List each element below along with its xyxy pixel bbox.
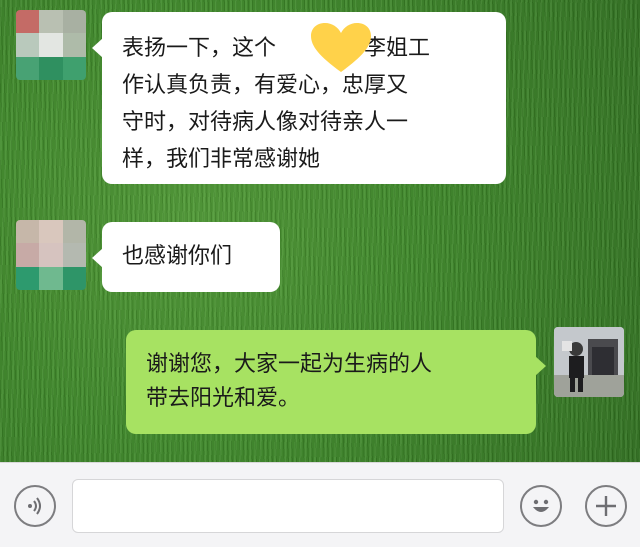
message-text: 也感谢你们 xyxy=(122,244,233,269)
mosaic-tile xyxy=(62,266,86,290)
message-line: 守时，对待病人像对待亲人一 xyxy=(122,110,409,135)
mosaic-tile xyxy=(39,220,63,244)
contact-avatar[interactable] xyxy=(16,10,86,80)
mosaic-tile xyxy=(62,33,86,57)
message-input[interactable] xyxy=(72,479,504,533)
mosaic-tile xyxy=(16,10,40,34)
mosaic-tile xyxy=(39,243,63,267)
mosaic-tile xyxy=(16,266,40,290)
voice-icon xyxy=(28,497,41,515)
emoji-button[interactable] xyxy=(520,485,562,527)
mosaic-tile xyxy=(62,243,86,267)
avatar-photo xyxy=(554,327,624,397)
message-line: 带去阳光和爱。 xyxy=(146,386,301,411)
voice-button[interactable] xyxy=(14,485,56,527)
mosaic-tile xyxy=(39,10,63,34)
mosaic-tile xyxy=(62,220,86,244)
message-text: 表扬一下，这个 xyxy=(122,36,277,61)
more-button[interactable] xyxy=(585,485,627,527)
mosaic-tile xyxy=(16,220,40,244)
message-line: 作认真负责，有爱心，忠厚又 xyxy=(122,73,409,98)
mosaic-tile xyxy=(39,56,63,80)
message-bubble-outgoing[interactable]: 谢谢您，大家一起为生病的人 带去阳光和爱。 xyxy=(126,330,546,434)
message-line: 样，我们非常感谢她 xyxy=(122,147,321,172)
mosaic-tile xyxy=(16,56,40,80)
heart-icon xyxy=(311,23,371,72)
input-bar xyxy=(0,462,640,547)
my-avatar[interactable] xyxy=(554,327,624,397)
mosaic-tile xyxy=(39,33,63,57)
chat-area: 表扬一下，这个 ，李姐工 作认真负责，有爱心，忠厚又 守时，对待病人像对待亲人一 … xyxy=(0,0,640,462)
emoji-icon xyxy=(533,499,549,512)
mosaic-tile xyxy=(16,33,40,57)
message-line: 表扬一下，这个 ，李姐工 xyxy=(122,30,486,67)
mosaic-tile xyxy=(62,56,86,80)
mosaic-tile xyxy=(39,266,63,290)
message-line: 谢谢您，大家一起为生病的人 xyxy=(146,352,433,377)
mosaic-tile xyxy=(16,243,40,267)
message-bubble-incoming[interactable]: 也感谢你们 xyxy=(92,222,280,292)
mosaic-tile xyxy=(62,10,86,34)
message-bubble-incoming[interactable]: 表扬一下，这个 ，李姐工 作认真负责，有爱心，忠厚又 守时，对待病人像对待亲人一 … xyxy=(92,12,506,184)
contact-avatar[interactable] xyxy=(16,220,86,290)
plus-icon xyxy=(596,496,616,516)
